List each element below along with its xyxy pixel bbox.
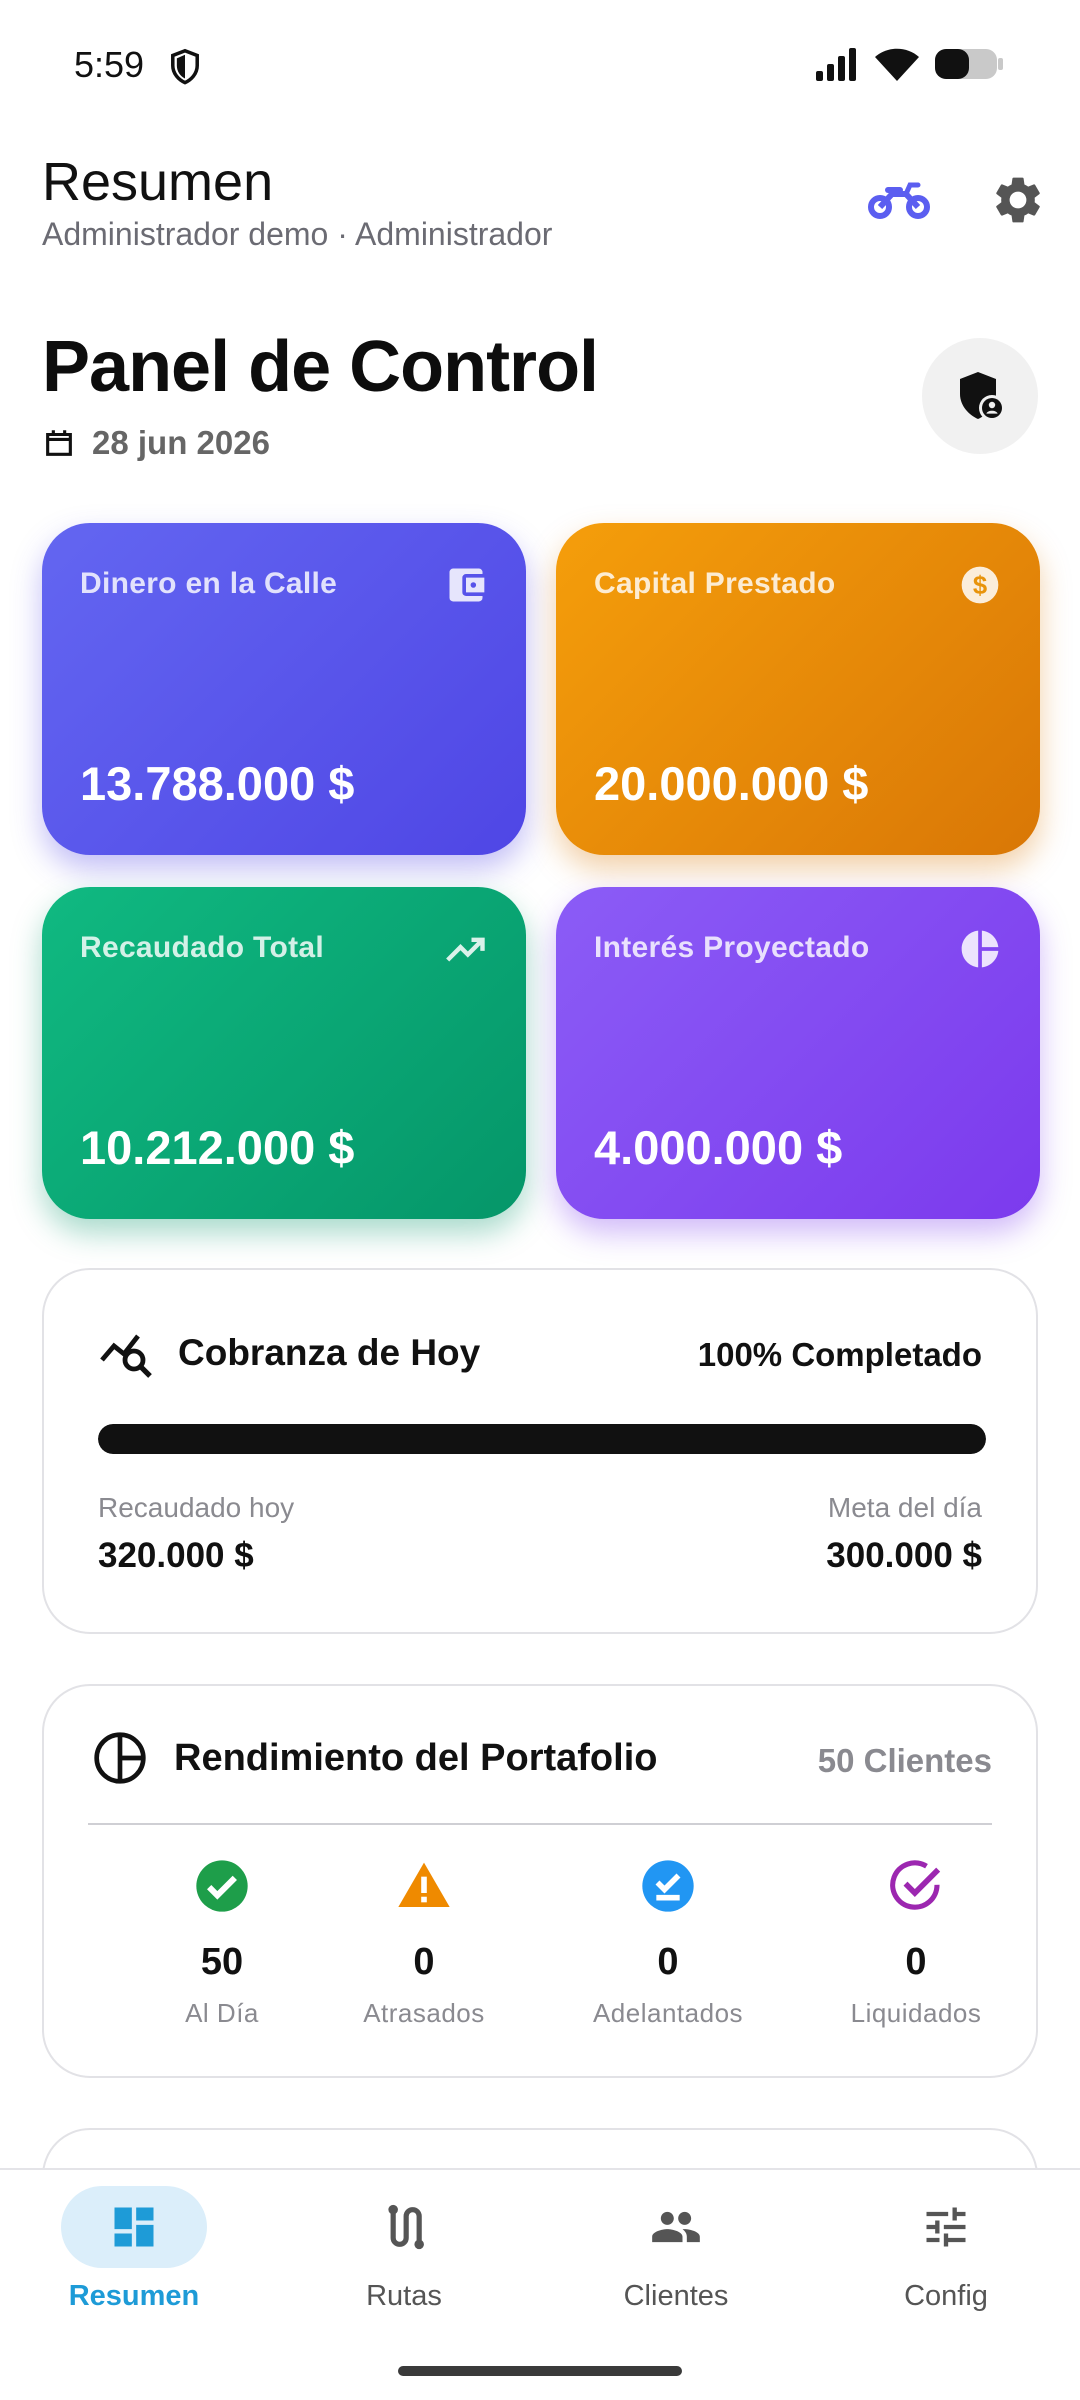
cobranza-percent: 100% Completado bbox=[697, 1336, 982, 1373]
status-indicators bbox=[814, 46, 1004, 82]
cobranza-title: Cobranza de Hoy bbox=[178, 1332, 481, 1373]
trending-up-icon bbox=[446, 937, 485, 962]
portafolio-title: Rendimiento del Portafolio bbox=[174, 1736, 658, 1779]
nav-label: Resumen bbox=[68, 2280, 200, 2312]
stat-card-dinero-calle[interactable]: Dinero en la Calle 13.788.000 $ bbox=[42, 523, 526, 855]
status-bar: 5:59 bbox=[0, 0, 1080, 130]
portfolio-stat-atrasados[interactable]: 0 Atrasados bbox=[324, 1858, 524, 2029]
clients-count: 50 Clientes bbox=[817, 1742, 992, 1779]
panel-date: 28 jun 2026 bbox=[92, 424, 270, 461]
nav-label: Rutas bbox=[366, 2280, 442, 2312]
stat-label: Adelantados bbox=[592, 1998, 744, 2028]
signal-icon bbox=[816, 48, 856, 81]
status-time: 5:59 bbox=[74, 44, 145, 85]
stat-card-recaudado-total[interactable]: Recaudado Total 10.212.000 $ bbox=[42, 887, 526, 1219]
nav-icon-container bbox=[873, 2186, 1019, 2268]
portafolio-header: Rendimiento del Portafolio bbox=[92, 1730, 657, 1786]
stat-label: Al Día bbox=[185, 1998, 259, 2028]
collected-metric: Recaudado hoy 320.000 $ bbox=[98, 1492, 294, 1576]
collected-value: 320.000 $ bbox=[98, 1536, 254, 1575]
stat-label: Atrasados bbox=[363, 1998, 485, 2028]
check-outline-icon bbox=[890, 1860, 941, 1910]
stat-value: 10.212.000 $ bbox=[80, 1121, 355, 1174]
shield-icon bbox=[171, 48, 199, 85]
svg-text:$: $ bbox=[973, 572, 987, 600]
cobranza-progress bbox=[98, 1424, 986, 1454]
gear-icon[interactable] bbox=[990, 172, 1046, 228]
date-row: 28 jun 2026 bbox=[42, 424, 270, 462]
stat-value: 50 bbox=[200, 1941, 244, 1983]
nav-item-config[interactable]: Config bbox=[856, 2186, 1036, 2313]
trending-search-icon bbox=[100, 1334, 152, 1378]
people-icon bbox=[652, 2211, 700, 2243]
sliders-icon bbox=[926, 2207, 966, 2247]
portfolio-stat-al-dia[interactable]: 50 Al Día bbox=[122, 1858, 322, 2029]
stat-value: 20.000.000 $ bbox=[594, 757, 869, 810]
route-icon bbox=[388, 2204, 424, 2250]
portfolio-stat-liquidados[interactable]: 0 Liquidados bbox=[816, 1858, 1016, 2029]
stat-label: Dinero en la Calle bbox=[80, 567, 338, 600]
motorcycle-icon[interactable] bbox=[866, 180, 932, 220]
stat-value: 0 bbox=[413, 1941, 435, 1983]
goal-value: 300.000 $ bbox=[826, 1536, 982, 1575]
portafolio-card: Rendimiento del Portafolio 50 Clientes 5… bbox=[42, 1684, 1038, 2078]
pie-outline-icon bbox=[94, 1732, 146, 1784]
goal-metric: Meta del día 300.000 $ bbox=[826, 1492, 982, 1576]
nav-item-resumen[interactable]: Resumen bbox=[44, 2186, 224, 2313]
stat-value: 4.000.000 $ bbox=[594, 1121, 843, 1174]
collected-label: Recaudado hoy bbox=[98, 1492, 295, 1523]
stat-label: Interés Proyectado bbox=[594, 931, 870, 964]
nav-icon-container bbox=[61, 2186, 207, 2268]
nav-icon-container bbox=[603, 2186, 749, 2268]
wifi-icon bbox=[875, 48, 919, 81]
pie-chart-icon bbox=[961, 930, 999, 968]
nav-item-rutas[interactable]: Rutas bbox=[314, 2186, 494, 2313]
header-actions bbox=[866, 172, 1046, 228]
admin-shield-icon bbox=[960, 372, 1005, 421]
nav-label: Clientes bbox=[623, 2280, 729, 2312]
stat-label: Capital Prestado bbox=[594, 567, 836, 600]
stat-value: 13.788.000 $ bbox=[80, 757, 355, 810]
cobranza-header: Cobranza de Hoy bbox=[98, 1328, 480, 1378]
progress-fill bbox=[98, 1424, 986, 1454]
divider bbox=[88, 1823, 992, 1825]
page-title: Panel de Control bbox=[42, 327, 599, 407]
stat-label: Liquidados bbox=[850, 1998, 982, 2028]
stat-card-capital-prestado[interactable]: Capital Prestado $ 20.000.000 $ bbox=[556, 523, 1040, 855]
home-indicator bbox=[398, 2366, 682, 2376]
nav-item-clientes[interactable]: Clientes bbox=[586, 2186, 766, 2313]
app-header: Resumen Administrador demo · Administrad… bbox=[42, 150, 1042, 260]
cobranza-card: Cobranza de Hoy 100% Completado Recaudad… bbox=[42, 1268, 1038, 1634]
stat-card-interes-proyectado[interactable]: Interés Proyectado 4.000.000 $ bbox=[556, 887, 1040, 1219]
stat-label: Recaudado Total bbox=[80, 931, 324, 964]
check-circle-icon bbox=[196, 1860, 248, 1912]
wallet-icon bbox=[449, 568, 485, 602]
dashboard-icon bbox=[114, 2207, 154, 2247]
calendar-icon bbox=[46, 430, 72, 456]
dollar-icon: $ bbox=[961, 566, 999, 604]
nav-label: Config bbox=[904, 2280, 988, 2312]
nav-icon-container bbox=[331, 2186, 477, 2268]
warning-icon bbox=[398, 1862, 450, 1907]
check-badge-icon bbox=[642, 1860, 694, 1912]
battery-icon bbox=[935, 49, 1003, 79]
stat-value: 0 bbox=[905, 1941, 927, 1983]
stat-value: 0 bbox=[657, 1941, 679, 1983]
portfolio-stat-adelantados[interactable]: 0 Adelantados bbox=[568, 1858, 768, 2029]
admin-badge[interactable] bbox=[922, 338, 1038, 454]
goal-label: Meta del día bbox=[827, 1492, 982, 1523]
